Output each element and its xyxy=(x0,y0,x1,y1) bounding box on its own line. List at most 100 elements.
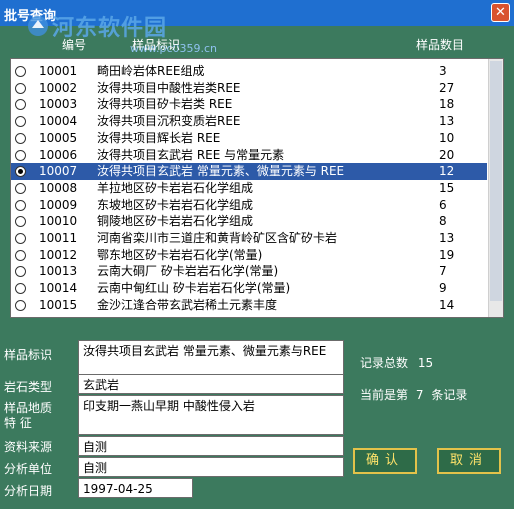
row-id: 10014 xyxy=(39,281,78,296)
row-count: 13 xyxy=(439,114,455,129)
geo-field[interactable]: 印支期一燕山早期 中酸性侵入岩 xyxy=(78,395,344,435)
row-id: 10011 xyxy=(39,231,78,245)
row-desc: 汝得共项目沉积变质岩REE xyxy=(97,114,241,129)
row-desc: 东坡地区矽卡岩岩石化学组成 xyxy=(97,197,254,212)
table-row[interactable]: 10010 铜陵地区矽卡岩岩石化学组成 8 xyxy=(11,213,487,230)
row-radio[interactable] xyxy=(15,132,26,144)
row-id: 10002 xyxy=(39,80,78,95)
row-desc: 汝得共项目矽卡岩类 REE xyxy=(97,97,233,112)
row-radio[interactable] xyxy=(15,283,26,295)
table-row[interactable]: 10014 云南中甸红山 矽卡岩岩石化学(常量) 9 xyxy=(11,280,487,297)
row-radio[interactable] xyxy=(15,249,26,261)
row-radio[interactable] xyxy=(15,199,26,211)
row-radio[interactable] xyxy=(15,82,26,94)
row-id: 10004 xyxy=(39,114,78,129)
record-total: 记录总数 15 xyxy=(360,354,433,371)
column-header-desc[interactable]: 样品标识 xyxy=(132,36,180,53)
row-count: 18 xyxy=(439,97,455,112)
cancel-button[interactable]: 取消 xyxy=(437,448,501,474)
row-count: 8 xyxy=(439,214,447,229)
table-row[interactable]: 10012 鄂东地区矽卡岩岩石化学(常量) 19 xyxy=(11,247,487,264)
row-count: 12 xyxy=(439,164,455,179)
row-radio[interactable] xyxy=(15,66,26,77)
column-header-id[interactable]: 编号 xyxy=(62,36,86,53)
date-field[interactable]: 1997-04-25 xyxy=(78,478,193,498)
row-count: 14 xyxy=(439,297,455,312)
table-row[interactable]: 10006 汝得共项目玄武岩 REE 与常量元素 20 xyxy=(11,147,487,164)
row-radio[interactable] xyxy=(15,299,26,311)
row-desc: 鄂东地区矽卡岩岩石化学(常量) xyxy=(97,247,263,262)
record-current-value: 7 xyxy=(415,388,424,402)
sample-field[interactable]: 汝得共项目玄武岩 常量元素、微量元素与REE xyxy=(78,340,344,376)
sample-label: 样品标识 xyxy=(4,348,53,362)
source-field[interactable]: 自测 xyxy=(78,436,344,456)
watermark-logo-icon xyxy=(28,16,48,36)
row-radio[interactable] xyxy=(15,99,26,111)
row-radio[interactable] xyxy=(15,266,26,278)
row-count: 19 xyxy=(439,247,455,262)
record-total-label: 记录总数 xyxy=(360,356,409,370)
table-row[interactable]: 10002 汝得共项目中酸性岩类REE 27 xyxy=(11,80,487,97)
unit-label: 分析单位 xyxy=(4,462,53,476)
row-radio[interactable] xyxy=(15,216,26,228)
row-radio[interactable] xyxy=(15,149,26,161)
table-row[interactable]: 10015 金沙江逢合带玄武岩稀土元素丰度 14 xyxy=(11,297,487,314)
row-id: 10015 xyxy=(39,297,78,312)
record-current-prefix: 当前是第 xyxy=(360,388,409,402)
table-row[interactable]: 10007 汝得共项目玄武岩 常量元素、微量元素与 REE 12 xyxy=(11,163,487,181)
row-desc: 河南省栾川市三道庄和黄背岭矿区含矿矽卡岩 xyxy=(97,231,338,245)
record-total-value: 15 xyxy=(417,356,434,370)
row-count: 13 xyxy=(439,231,455,245)
table-row[interactable]: 10004 汝得共项目沉积变质岩REE 13 xyxy=(11,113,487,130)
table-row[interactable]: 10005 汝得共项目辉长岩 REE 10 xyxy=(11,130,487,147)
row-desc: 汝得共项目玄武岩 常量元素、微量元素与 REE xyxy=(97,164,345,179)
row-desc: 云南大硐厂 矽卡岩岩石化学(常量) xyxy=(97,264,279,279)
row-id: 10010 xyxy=(39,214,78,229)
row-id: 10013 xyxy=(39,264,78,279)
row-radio[interactable] xyxy=(15,116,26,128)
source-label: 资料来源 xyxy=(4,440,53,454)
row-desc: 铜陵地区矽卡岩岩石化学组成 xyxy=(97,214,254,229)
table-row[interactable]: 10003 汝得共项目矽卡岩类 REE 18 xyxy=(11,96,487,113)
row-desc: 畸田岭岩体REE组成 xyxy=(97,64,205,78)
row-radio[interactable] xyxy=(15,233,26,244)
row-count: 27 xyxy=(439,80,455,95)
row-desc: 汝得共项目辉长岩 REE xyxy=(97,130,221,145)
close-button[interactable]: ✕ xyxy=(491,3,510,22)
column-header-count[interactable]: 样品数目 xyxy=(416,36,464,53)
row-radio[interactable] xyxy=(15,166,26,178)
row-id: 10003 xyxy=(39,97,78,112)
rock-label: 岩石类型 xyxy=(4,380,53,394)
rock-field[interactable]: 玄武岩 xyxy=(78,374,344,394)
row-id: 10009 xyxy=(39,197,78,212)
row-count: 20 xyxy=(439,147,455,162)
row-radio[interactable] xyxy=(15,182,26,194)
geo-label-line2: 特 征 xyxy=(4,416,32,430)
scrollbar-thumb[interactable] xyxy=(490,61,502,301)
table-row[interactable]: 10013 云南大硐厂 矽卡岩岩石化学(常量) 7 xyxy=(11,263,487,280)
row-id: 10008 xyxy=(39,180,78,195)
row-id: 10012 xyxy=(39,247,78,262)
ok-button[interactable]: 确认 xyxy=(353,448,417,474)
list-scrollbar[interactable] xyxy=(488,59,503,317)
row-desc: 羊拉地区矽卡岩岩石化学组成 xyxy=(97,180,254,195)
table-row[interactable]: 10001 畸田岭岩体REE组成 3 xyxy=(11,63,487,80)
row-count: 7 xyxy=(439,264,447,279)
unit-field[interactable]: 自测 xyxy=(78,457,344,477)
table-row[interactable]: 10011 河南省栾川市三道庄和黄背岭矿区含矿矽卡岩 13 xyxy=(11,230,487,247)
row-desc: 汝得共项目中酸性岩类REE xyxy=(97,80,241,95)
row-count: 6 xyxy=(439,197,447,212)
table-row[interactable]: 10008 羊拉地区矽卡岩岩石化学组成 15 xyxy=(11,180,487,197)
row-count: 15 xyxy=(439,180,455,195)
close-icon: ✕ xyxy=(495,5,506,20)
row-desc: 金沙江逢合带玄武岩稀土元素丰度 xyxy=(97,297,278,312)
batch-list[interactable]: 10001 畸田岭岩体REE组成 3 10002 汝得共项目中酸性岩类REE 27 1000… xyxy=(10,58,504,318)
table-row[interactable]: 10009 东坡地区矽卡岩岩石化学组成 6 xyxy=(11,197,487,214)
row-id: 10001 xyxy=(39,64,78,78)
date-label: 分析日期 xyxy=(4,484,53,498)
row-id: 10005 xyxy=(39,130,78,145)
row-id: 10007 xyxy=(39,164,78,179)
query-window: 批号查询 ✕ 河东软件园 www.pc0359.cn 编号 样品标识 样品数目 … xyxy=(0,0,514,509)
record-current-suffix: 条记录 xyxy=(431,388,468,402)
row-count: 3 xyxy=(439,64,447,78)
